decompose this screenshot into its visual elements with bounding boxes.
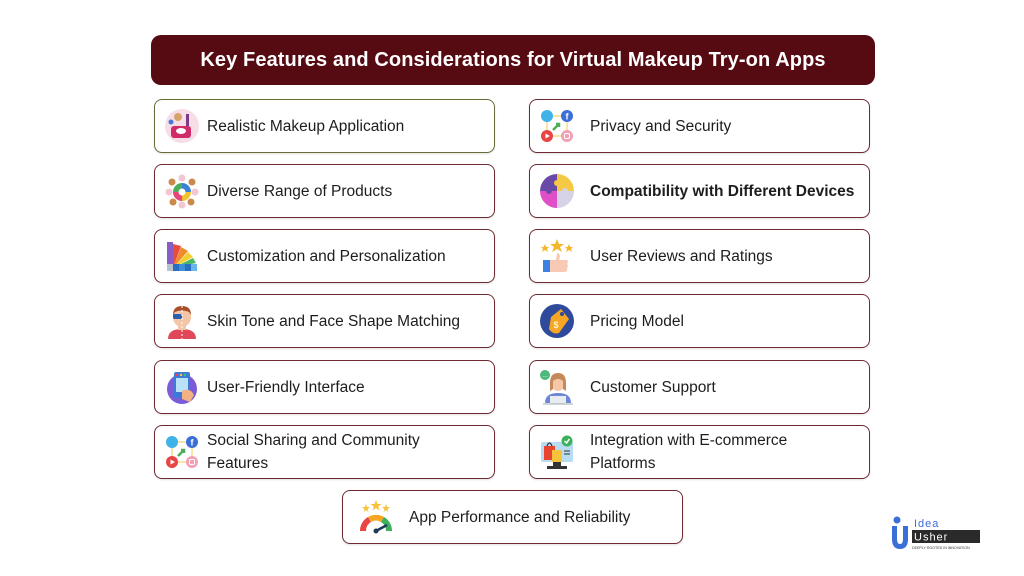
feature-card-app-performance: App Performance and Reliability [342, 490, 683, 544]
feature-label: Diverse Range of Products [207, 182, 393, 200]
touch-screen-icon [163, 368, 201, 406]
idea-usher-logo: Idea Usher DEEPLY ROOTED IN INNOVATION [890, 515, 985, 553]
feature-card-diverse-range: Diverse Range of Products [154, 164, 495, 218]
logo-line2: Usher [914, 532, 948, 544]
feature-card-customer-support: ... Customer Support [529, 360, 870, 414]
product-range-icon [163, 172, 201, 210]
feature-label: Social Sharing and Community Features [207, 432, 420, 472]
social-media-icon: f [163, 433, 201, 471]
feature-label: Realistic Makeup Application [207, 117, 405, 135]
feature-label: App Performance and Reliability [409, 508, 631, 526]
feature-label: User-Friendly Interface [207, 378, 365, 396]
feature-card-skin-tone: Skin Tone and Face Shape Matching [154, 294, 495, 348]
feature-label: User Reviews and Ratings [590, 247, 773, 265]
feature-label: Customization and Personalization [207, 247, 446, 265]
feature-label: Integration with E-commerce Platforms [590, 432, 788, 472]
color-palette-icon [163, 237, 201, 275]
svg-text:$: $ [553, 320, 558, 330]
svg-text:...: ... [542, 372, 548, 379]
feature-label: Compatibility with Different Devices [590, 182, 855, 200]
social-media-icon: f [538, 107, 576, 145]
feature-card-reviews: User Reviews and Ratings [529, 229, 870, 283]
feature-card-ecommerce: Integration with E-commerce Platforms [529, 425, 870, 479]
feature-card-privacy: f Privacy and Security [529, 99, 870, 153]
feature-label: Pricing Model [590, 312, 684, 330]
page-title: Key Features and Considerations for Virt… [200, 48, 826, 71]
feature-card-realistic-makeup: Realistic Makeup Application [154, 99, 495, 153]
logo-tagline: DEEPLY ROOTED IN INNOVATION [912, 546, 970, 550]
makeup-kit-icon [163, 107, 201, 145]
puzzle-icon [538, 172, 576, 210]
feature-card-user-friendly: User-Friendly Interface [154, 360, 495, 414]
logo-line1: Idea [914, 518, 939, 530]
feature-label: Customer Support [590, 378, 716, 396]
feature-card-customization: Customization and Personalization [154, 229, 495, 283]
feature-label: Skin Tone and Face Shape Matching [207, 312, 461, 330]
thumbs-up-stars-icon [538, 237, 576, 275]
title-banner: Key Features and Considerations for Virt… [151, 35, 875, 85]
feature-card-pricing: $ Pricing Model [529, 294, 870, 348]
price-tag-icon: $ [538, 302, 576, 340]
face-match-icon [163, 302, 201, 340]
ecommerce-icon [538, 433, 576, 471]
speedometer-icon [357, 498, 395, 536]
support-agent-icon: ... [538, 368, 576, 406]
feature-label: Privacy and Security [590, 117, 732, 135]
feature-card-social-sharing: f Social Sharing and Community Features [154, 425, 495, 479]
feature-card-compatibility: Compatibility with Different Devices [529, 164, 870, 218]
